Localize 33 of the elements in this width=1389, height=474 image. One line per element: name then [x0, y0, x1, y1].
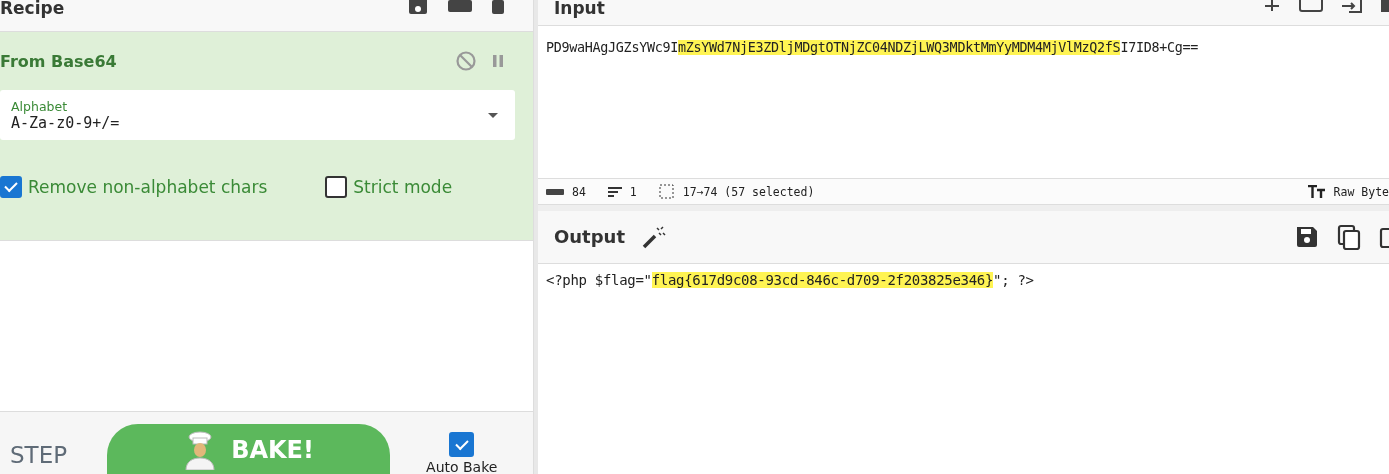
- checkbox-label: Remove non-alphabet chars: [28, 177, 268, 197]
- panel-title: Recipe: [0, 0, 65, 16]
- step-button[interactable]: STEP: [10, 442, 68, 468]
- checkbox[interactable]: [449, 432, 475, 457]
- encoding-button[interactable]: Raw Byte: [1333, 184, 1389, 199]
- char-count: 84: [572, 184, 586, 199]
- save-icon[interactable]: [407, 0, 429, 14]
- checkbox-label: Strict mode: [353, 177, 453, 197]
- selection-icon: [658, 183, 675, 200]
- caret-icon: [487, 111, 499, 119]
- magic-wand-icon[interactable]: [641, 224, 668, 250]
- alphabet-dropdown[interactable]: Alphabet A-Za-z0-9+/=: [0, 90, 515, 140]
- square-icon[interactable]: [1381, 0, 1389, 14]
- checkbox[interactable]: [0, 176, 22, 198]
- operation-name: From Base64: [0, 51, 117, 71]
- text-size-icon[interactable]: [1307, 184, 1326, 199]
- window-icon[interactable]: [1299, 0, 1323, 12]
- panel-title: Input: [554, 0, 605, 16]
- line-count: 1: [629, 184, 637, 199]
- import-icon[interactable]: [1341, 0, 1363, 14]
- save-icon[interactable]: [1295, 225, 1319, 249]
- output-text: <?php $flag="flag{617d9c08-93cd-846c-d709-2f203825e346}"; ?>: [545, 271, 1035, 290]
- resize-handle[interactable]: [533, 0, 538, 474]
- chef-icon: [183, 430, 218, 470]
- input-text[interactable]: PD9waHAgJGZsYWc9ImZsYWd7NjE3ZDljMDgtOTNjZC04NDZjLWQ3MDktMmYyMDM4MjVlMzQ2fSI7ID8+Cg==: [538, 26, 1389, 178]
- resize-handle[interactable]: [538, 204, 1389, 211]
- plus-icon[interactable]: [1263, 0, 1281, 12]
- checkbox-label: Auto Bake: [426, 459, 498, 474]
- lines-icon: [607, 186, 622, 197]
- selection-info: 17→74 (57 selected): [682, 184, 815, 199]
- copy-icon[interactable]: [1337, 224, 1361, 250]
- checkbox[interactable]: [325, 176, 348, 198]
- panel-title: Output: [554, 225, 626, 249]
